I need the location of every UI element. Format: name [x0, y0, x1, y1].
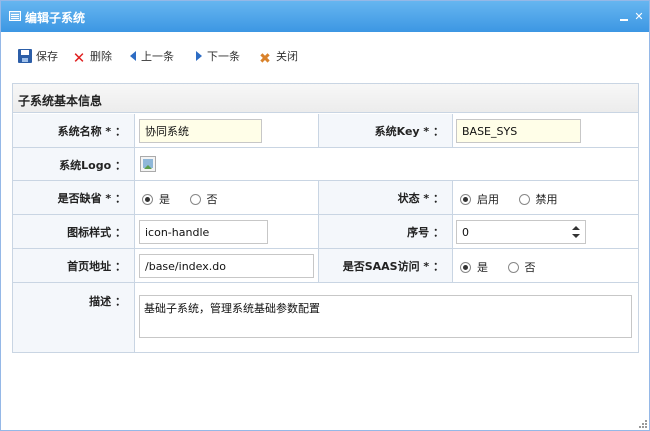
radio-unchecked-icon[interactable]	[507, 262, 519, 273]
close-button[interactable]: ✖ 关闭	[258, 49, 298, 67]
basic-info-section: 子系统基本信息 系统名称 * ： 系统Key * ： 系统Logo ： 是否缺省…	[12, 83, 639, 353]
form-row-logo: 系统Logo ：	[13, 148, 638, 181]
arrow-left-icon	[129, 49, 137, 63]
radio-checked-icon[interactable]	[142, 194, 153, 205]
save-button[interactable]: 保存	[18, 49, 58, 65]
edit-subsystem-window: 编辑子系统 ✕ 保存 ✕ 删除 上一条 下一条 ✖ 关闭 子系统基本信息 系统名称 …	[0, 0, 650, 431]
status-label: 状态 * ：	[318, 181, 453, 214]
close-window-icon[interactable]: ✕	[633, 11, 645, 23]
icon-style-label: 图标样式 ：	[13, 215, 135, 248]
close-label: 关闭	[276, 50, 298, 63]
form-row-icon-order: 图标样式 ： 序号 ： 0	[13, 215, 638, 249]
radio-checked-icon[interactable]	[460, 194, 471, 205]
saas-radio-group: 是 否	[460, 259, 552, 275]
description-label: 描述 ：	[13, 283, 135, 352]
status-on-option[interactable]: 启用	[460, 193, 499, 206]
save-icon	[18, 49, 32, 63]
status-radio-group: 启用 禁用	[460, 191, 574, 207]
name-label: 系统名称 * ：	[13, 114, 135, 147]
default-label: 是否缺省 * ：	[13, 181, 135, 214]
order-value: 0	[462, 226, 469, 239]
window-title: 编辑子系统	[25, 11, 86, 25]
toolbar: 保存 ✕ 删除 上一条 下一条 ✖ 关闭	[1, 45, 649, 69]
key-input[interactable]	[456, 119, 581, 143]
default-no-option[interactable]: 否	[189, 193, 218, 206]
form-row-description: 描述 ： 基础子系统，管理系统基础参数配置	[13, 283, 638, 352]
minimize-icon[interactable]	[618, 11, 630, 23]
name-input[interactable]	[139, 119, 262, 143]
saas-label: 是否SAAS访问 * ：	[318, 249, 453, 282]
spinner-arrows-icon[interactable]	[572, 224, 580, 240]
arrow-right-icon	[195, 49, 203, 63]
radio-checked-icon[interactable]	[460, 262, 471, 273]
logo-label: 系统Logo ：	[13, 148, 135, 180]
save-label: 保存	[36, 50, 58, 63]
saas-no-option[interactable]: 否	[507, 261, 536, 274]
form-row-name-key: 系统名称 * ： 系统Key * ：	[13, 114, 638, 148]
next-label: 下一条	[207, 50, 240, 63]
broken-image-icon[interactable]	[140, 156, 156, 172]
resize-grip-icon[interactable]	[639, 420, 647, 428]
order-label: 序号 ：	[318, 215, 453, 248]
radio-unchecked-icon[interactable]	[189, 194, 201, 205]
next-button[interactable]: 下一条	[195, 49, 240, 65]
icon-style-input[interactable]	[139, 220, 268, 244]
delete-label: 删除	[90, 50, 112, 63]
key-label: 系统Key * ：	[318, 114, 453, 147]
order-number-input[interactable]: 0	[456, 220, 586, 244]
section-header: 子系统基本信息	[13, 84, 638, 113]
status-off-option[interactable]: 禁用	[518, 193, 558, 206]
description-textarea[interactable]: 基础子系统，管理系统基础参数配置	[139, 295, 632, 338]
delete-icon: ✕	[72, 49, 86, 67]
home-url-input[interactable]	[139, 254, 314, 278]
saas-yes-option[interactable]: 是	[460, 261, 488, 274]
default-yes-option[interactable]: 是	[142, 193, 170, 206]
window-list-icon	[9, 11, 21, 21]
default-radio-group: 是 否	[142, 191, 234, 207]
form-row-home-saas: 首页地址 ： 是否SAAS访问 * ： 是 否	[13, 249, 638, 283]
form-row-default-status: 是否缺省 * ： 是 否 状态 * ： 启用 禁用	[13, 181, 638, 215]
radio-unchecked-icon[interactable]	[518, 194, 530, 205]
prev-label: 上一条	[141, 50, 174, 63]
delete-button[interactable]: ✕ 删除	[72, 49, 112, 67]
section-title: 子系统基本信息	[18, 94, 103, 108]
close-x-icon: ✖	[259, 51, 271, 67]
window-titlebar[interactable]: 编辑子系统 ✕	[1, 1, 649, 32]
home-url-label: 首页地址 ：	[13, 249, 135, 282]
prev-button[interactable]: 上一条	[129, 49, 174, 65]
